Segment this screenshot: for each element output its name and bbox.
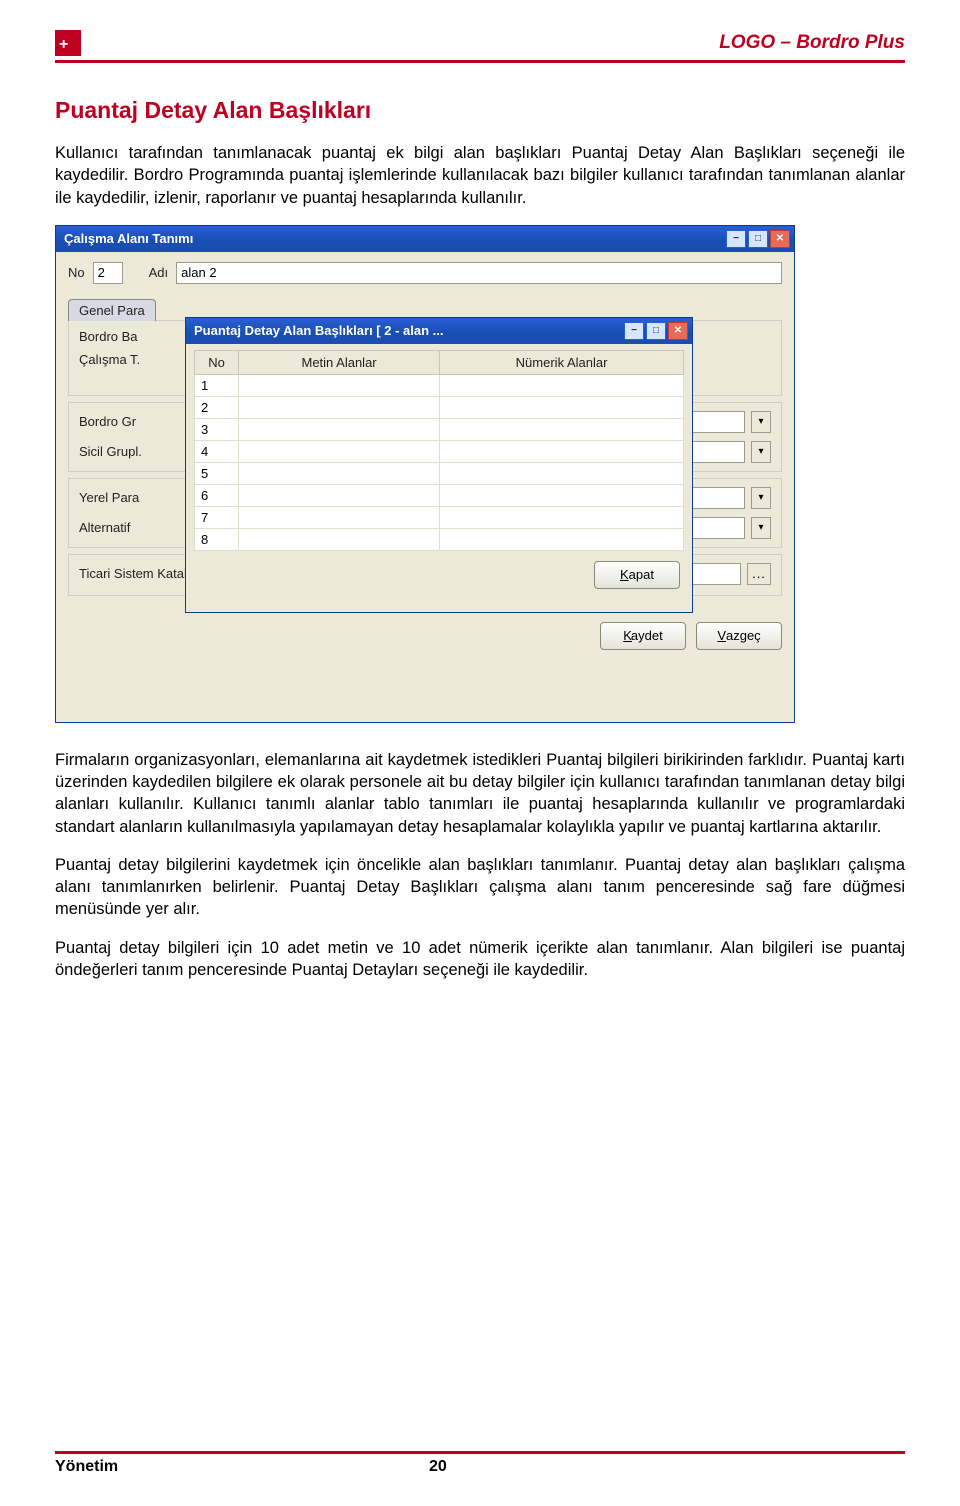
no-label: No (68, 265, 85, 280)
no-field[interactable]: 2 (93, 262, 123, 284)
label-calisma-t: Çalışma T. (79, 352, 199, 367)
table-row: 7 (195, 506, 684, 528)
footer-section: Yönetim (55, 1458, 118, 1476)
col-no: No (195, 350, 239, 374)
minimize-icon[interactable]: − (624, 322, 644, 340)
table-row: 1 (195, 374, 684, 396)
minimize-icon[interactable]: − (726, 230, 746, 248)
label-bordro-ba: Bordro Ba (79, 329, 199, 344)
logo-icon: + (55, 30, 81, 56)
title-bg: Çalışma Alanı Tanımı (64, 231, 726, 246)
body-paragraph-3: Puantaj detay bilgilerini kaydetmek için… (55, 854, 905, 921)
tab-genel-para[interactable]: Genel Para (68, 299, 156, 321)
kaydet-button[interactable]: Kaydet (600, 622, 686, 650)
adi-field[interactable]: alan 2 (176, 262, 782, 284)
intro-paragraph-1: Kullanıcı tarafından tanımlanacak puanta… (55, 142, 905, 209)
chevron-down-icon[interactable]: ▾ (751, 441, 771, 463)
table-row: 3 (195, 418, 684, 440)
title-modal: Puantaj Detay Alan Başlıkları [ 2 - alan… (194, 323, 624, 338)
vazgec-button[interactable]: Vazgeç (696, 622, 782, 650)
page-number: 20 (429, 1458, 447, 1476)
section-title: Puantaj Detay Alan Başlıkları (55, 97, 905, 124)
col-metin: Metin Alanlar (239, 350, 440, 374)
col-numerik: Nümerik Alanlar (440, 350, 684, 374)
table-row: 4 (195, 440, 684, 462)
product-name: LOGO – Bordro Plus (719, 32, 905, 54)
label-sicil-grupl: Sicil Grupl. (79, 444, 199, 459)
label-alternatif: Alternatif (79, 520, 199, 535)
chevron-down-icon[interactable]: ▾ (751, 487, 771, 509)
chevron-down-icon[interactable]: ▾ (751, 517, 771, 539)
close-icon[interactable]: ✕ (770, 230, 790, 248)
body-paragraph-4: Puantaj detay bilgileri için 10 adet met… (55, 937, 905, 982)
window-modal: Puantaj Detay Alan Başlıkları [ 2 - alan… (185, 317, 693, 613)
table-row: 5 (195, 462, 684, 484)
label-bordro-gr: Bordro Gr (79, 414, 199, 429)
table-row: 2 (195, 396, 684, 418)
table-row: 8 (195, 528, 684, 550)
grid-table[interactable]: No Metin Alanlar Nümerik Alanlar 1 2 3 4… (194, 350, 684, 551)
body-paragraph-2: Firmaların organizasyonları, elemanların… (55, 749, 905, 838)
page-footer: Yönetim 20 (55, 1451, 905, 1476)
kapat-button[interactable]: Kapat (594, 561, 680, 589)
page-header: + LOGO – Bordro Plus (55, 30, 905, 63)
maximize-icon[interactable]: □ (748, 230, 768, 248)
adi-label: Adı (149, 265, 169, 280)
label-yerel-para: Yerel Para (79, 490, 199, 505)
table-row: 6 (195, 484, 684, 506)
screenshot-block: Çalışma Alanı Tanımı − □ ✕ No 2 Adı alan… (55, 225, 795, 725)
titlebar-modal: Puantaj Detay Alan Başlıkları [ 2 - alan… (186, 318, 692, 344)
chevron-down-icon[interactable]: ▾ (751, 411, 771, 433)
ellipsis-icon[interactable]: ... (747, 563, 771, 585)
close-icon[interactable]: ✕ (668, 322, 688, 340)
maximize-icon[interactable]: □ (646, 322, 666, 340)
titlebar-bg: Çalışma Alanı Tanımı − □ ✕ (56, 226, 794, 252)
